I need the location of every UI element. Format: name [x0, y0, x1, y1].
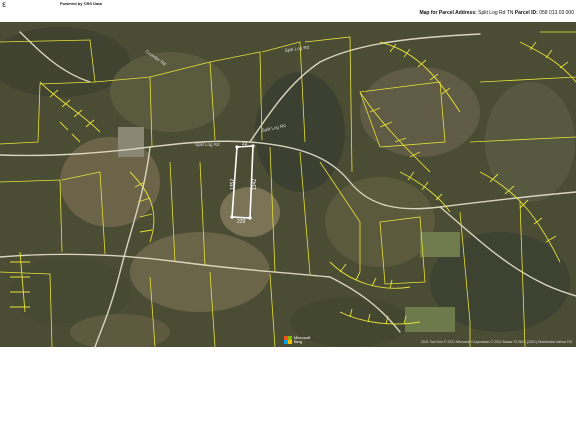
crs-logo-icon: ε — [2, 0, 7, 9]
map-copyright: 2021 TomTom © 2021 Microsoft Corporation… — [420, 340, 572, 344]
dim-label-bottom: 229 — [237, 219, 246, 225]
map-header: ε Powered by CRS Data Map for Parcel Add… — [0, 0, 576, 22]
aerial-parcel-map[interactable]: Split Log Rd Split Log Rd Split Log Rd C… — [0, 22, 576, 347]
parcel-address: Split Log Rd TN — [478, 10, 514, 16]
dim-label-right: 1342 — [252, 179, 258, 190]
microsoft-logo-icon — [284, 336, 292, 344]
parcel-id: 058 013.03 000 — [539, 10, 574, 16]
road-label-2: Split Log Rd — [195, 142, 220, 147]
map-canvas[interactable]: Split Log Rd Split Log Rd Split Log Rd C… — [0, 22, 576, 347]
imagery-attribution: Microsoft Bing — [294, 336, 310, 344]
dim-label-top: 22 — [242, 141, 248, 147]
page-blank-area — [0, 347, 576, 432]
parcel-id-label: Parcel ID: — [514, 10, 538, 16]
powered-by-text: Powered by CRS Data — [60, 1, 102, 6]
bing-label: Bing — [294, 339, 303, 344]
dim-label-left: 1352 — [230, 179, 236, 190]
parcel-title: Map for Parcel Address: Split Log Rd TN … — [419, 10, 574, 16]
map-for-label: Map for Parcel Address: — [419, 10, 477, 16]
